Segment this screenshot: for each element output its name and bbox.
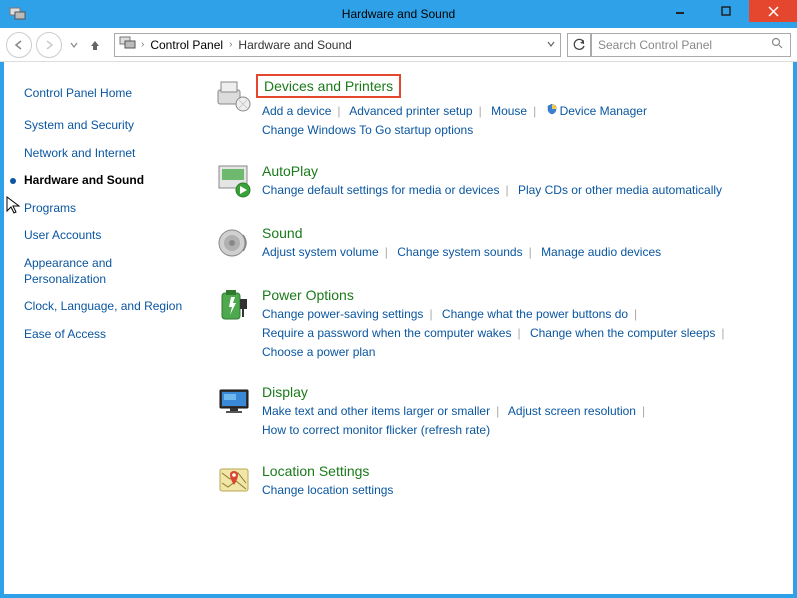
titlebar: Hardware and Sound [0,0,797,28]
display-icon [214,384,254,424]
task-require-password-wake[interactable]: Require a password when the computer wak… [262,326,511,340]
task-divider: | [496,404,499,418]
devices-printers-icon [214,76,254,116]
window-buttons [657,0,797,22]
breadcrumb-sep: › [137,39,148,50]
task-advanced-printer-setup[interactable]: Advanced printer setup [349,104,472,118]
task-divider: | [529,245,532,259]
task-divider: | [721,326,724,340]
sidebar-item-ease-of-access[interactable]: Ease of Access [24,327,184,343]
search-input[interactable]: Search Control Panel [591,33,791,57]
task-adjust-volume[interactable]: Adjust system volume [262,245,379,259]
task-when-computer-sleeps[interactable]: Change when the computer sleeps [530,326,715,340]
task-monitor-flicker[interactable]: How to correct monitor flicker (refresh … [262,423,490,437]
content-area: Control Panel Home System and Security N… [4,62,793,594]
category-location-settings: Location Settings Change location settin… [214,463,783,503]
task-divider: | [642,404,645,418]
task-screen-resolution[interactable]: Adjust screen resolution [508,404,636,418]
breadcrumb-hardware-and-sound[interactable]: Hardware and Sound [236,38,353,52]
autoplay-icon [214,163,254,203]
category-autoplay: AutoPlay Change default settings for med… [214,163,783,203]
sidebar-item-programs[interactable]: Programs [24,201,184,217]
address-bar[interactable]: › Control Panel › Hardware and Sound [114,33,561,57]
sidebar-item-system-security[interactable]: System and Security [24,118,184,134]
sidebar-item-appearance[interactable]: Appearance and Personalization [24,256,184,287]
sidebar: Control Panel Home System and Security N… [4,62,204,594]
sound-icon [214,225,254,265]
task-divider: | [505,183,508,197]
task-device-manager[interactable]: Device Manager [560,104,647,118]
category-title-devices-printers[interactable]: Devices and Printers [256,74,401,98]
back-button[interactable] [6,32,32,58]
task-divider: | [533,104,536,118]
search-placeholder: Search Control Panel [598,38,712,52]
category-power-options: Power Options Change power-saving settin… [214,287,783,363]
window-title: Hardware and Sound [342,7,455,21]
task-divider: | [429,307,432,321]
task-mouse[interactable]: Mouse [491,104,527,118]
address-dropdown-icon[interactable] [546,38,556,52]
task-change-media-defaults[interactable]: Change default settings for media or dev… [262,183,499,197]
up-button[interactable] [86,36,104,54]
power-options-icon [214,287,254,327]
breadcrumb-control-panel[interactable]: Control Panel [148,38,225,52]
task-text-size[interactable]: Make text and other items larger or smal… [262,404,490,418]
sidebar-item-network-internet[interactable]: Network and Internet [24,146,184,162]
shield-icon [546,102,558,121]
task-power-saving-settings[interactable]: Change power-saving settings [262,307,423,321]
task-divider: | [479,104,482,118]
history-dropdown-button[interactable] [66,37,82,53]
task-change-location-settings[interactable]: Change location settings [262,483,393,497]
main-panel: Devices and Printers Add a device | Advan… [204,62,793,594]
control-panel-home-link[interactable]: Control Panel Home [24,86,204,100]
maximize-button[interactable] [703,0,749,22]
task-change-system-sounds[interactable]: Change system sounds [397,245,522,259]
sidebar-item-user-accounts[interactable]: User Accounts [24,228,184,244]
category-display: Display Make text and other items larger… [214,384,783,440]
category-title-location-settings[interactable]: Location Settings [262,463,783,479]
toolbar: › Control Panel › Hardware and Sound Sea… [0,28,797,62]
window: Hardware and Sound › Control Panel › Har… [0,0,797,598]
task-manage-audio-devices[interactable]: Manage audio devices [541,245,661,259]
task-divider: | [385,245,388,259]
task-add-a-device[interactable]: Add a device [262,104,331,118]
task-choose-power-plan[interactable]: Choose a power plan [262,345,375,359]
forward-button[interactable] [36,32,62,58]
category-title-power-options[interactable]: Power Options [262,287,783,303]
task-divider: | [634,307,637,321]
task-divider: | [337,104,340,118]
task-windows-to-go[interactable]: Change Windows To Go startup options [262,123,473,137]
sidebar-item-hardware-sound[interactable]: Hardware and Sound [24,173,184,189]
search-icon [771,37,784,53]
sidebar-item-clock-language-region[interactable]: Clock, Language, and Region [24,299,184,315]
category-title-sound[interactable]: Sound [262,225,783,241]
breadcrumb-sep: › [225,39,236,50]
task-power-buttons[interactable]: Change what the power buttons do [442,307,628,321]
category-title-autoplay[interactable]: AutoPlay [262,163,783,179]
category-sound: Sound Adjust system volume | Change syste… [214,225,783,265]
task-play-cds[interactable]: Play CDs or other media automatically [518,183,722,197]
close-button[interactable] [749,0,797,22]
task-divider: | [517,326,520,340]
app-icon [6,4,30,24]
refresh-button[interactable] [567,33,591,57]
category-title-display[interactable]: Display [262,384,783,400]
location-settings-icon [214,463,254,503]
category-devices-printers: Devices and Printers Add a device | Advan… [214,76,783,141]
minimize-button[interactable] [657,0,703,22]
control-panel-icon [119,35,137,54]
